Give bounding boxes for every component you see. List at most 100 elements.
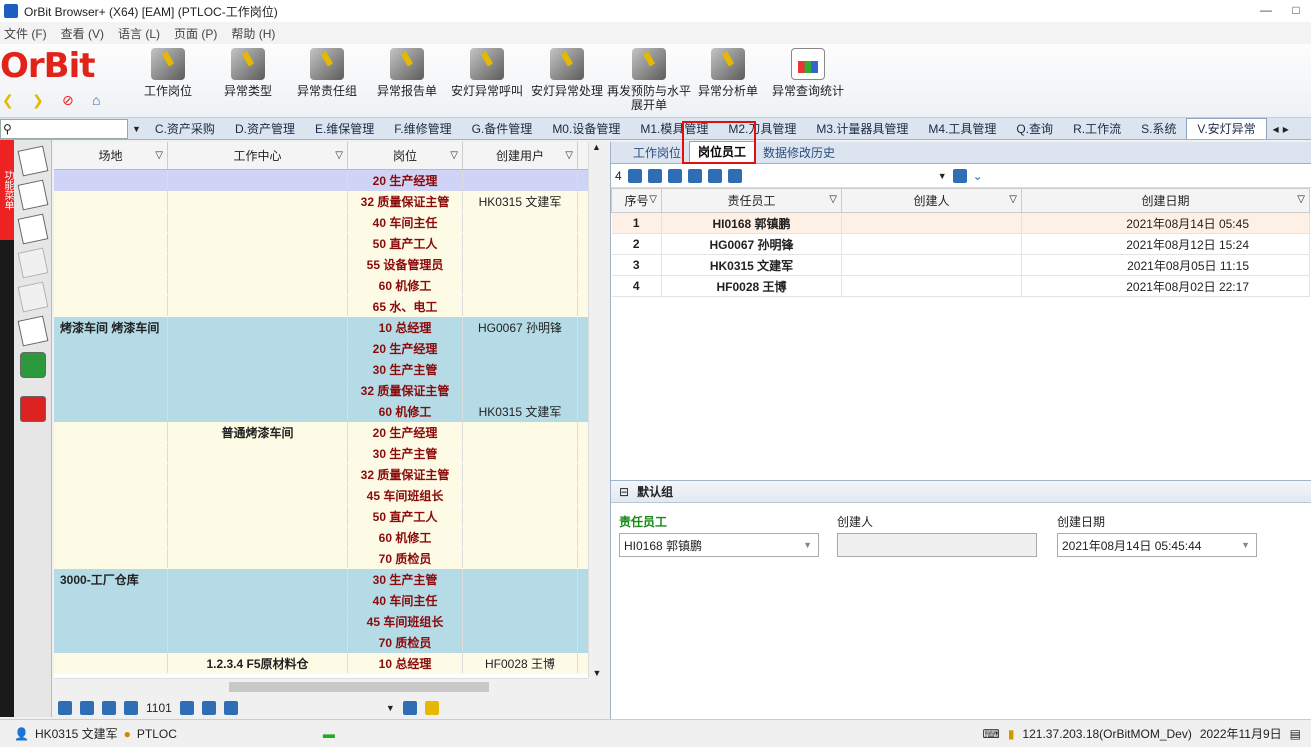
scroll-thumb[interactable] [229,682,489,692]
side-menu-label[interactable]: 功能菜单 [0,140,15,240]
exit-icon[interactable] [19,396,46,422]
search-dropdown-icon[interactable]: ▼ [128,124,145,134]
menu-view[interactable]: 查看 (V) [61,25,104,42]
copy-icon[interactable] [223,701,238,715]
grid-row[interactable]: 60 机修工 [54,527,604,548]
table-row[interactable]: 3 HK0315 文建军 2021年08月05日 11:15 [611,254,1310,276]
last-record-icon[interactable] [102,701,116,715]
menu-file[interactable]: 文件 (F) [4,25,47,42]
find-icon[interactable] [402,701,417,715]
grid-row[interactable]: 55 设备管理员 [54,254,604,275]
grid-row[interactable]: 40 车间主任 [54,212,604,233]
filter-icon[interactable] [424,701,439,715]
toolbar-button-prevention[interactable]: 再发预防与水平展开单 [607,48,691,112]
scroll-up-icon[interactable]: ▲ [589,142,604,152]
module-tab-spare-parts[interactable]: G.备件管理 [462,119,543,139]
find-icon[interactable] [952,168,967,183]
minimize-button[interactable]: — [1251,0,1281,20]
excel-export-icon[interactable] [19,352,46,378]
module-tab-repair[interactable]: F.维修管理 [384,119,461,139]
menu-page[interactable]: 页面 (P) [174,25,217,42]
grid-horizontal-scrollbar[interactable] [54,678,588,694]
group-header[interactable]: ⊟ 默认组 [611,481,1311,503]
creator-input[interactable] [837,533,1037,557]
module-tab-tools[interactable]: M4.工具管理 [918,119,1006,139]
table-row[interactable]: 2 HG0067 孙明锋 2021年08月12日 15:24 [611,233,1310,255]
filter-dropdown-icon[interactable]: ▼ [386,703,395,713]
date-picker[interactable]: 2021年08月14日 05:45:44 ▼ [1057,533,1257,557]
refresh-icon[interactable] [707,168,722,183]
menu-help[interactable]: 帮助 (H) [231,25,275,42]
back-arrow-icon[interactable]: ❮ [2,92,14,109]
hand-icon[interactable] [667,168,682,183]
scroll-down-icon[interactable]: ▼ [589,668,605,678]
module-tab-metrology[interactable]: M3.计量器具管理 [806,119,918,139]
toolbar-button-analysis[interactable]: 异常分析单 [688,48,768,98]
next-icon[interactable] [58,701,72,715]
first-record-icon[interactable] [627,168,642,183]
grid-row[interactable]: 70 质检员 [54,548,604,569]
side-menu-strip[interactable]: 功能菜单 [0,140,15,717]
module-tab-asset-management[interactable]: D.资产管理 [225,119,305,139]
forward-arrow-icon[interactable]: ❯ [32,92,44,109]
grid-row[interactable]: 70 质检员 [54,632,604,653]
toolbar-button-andon-handle[interactable]: 安灯异常处理 [527,48,607,98]
module-tab-asset-purchase[interactable]: C.资产采购 [145,119,225,139]
module-tab-andon[interactable]: V.安灯异常 [1186,118,1267,139]
stop-icon[interactable]: ⊘ [62,92,74,109]
col-post[interactable]: 岗位 [348,142,463,169]
grid-row[interactable]: 30 生产主管 [54,359,604,380]
columns-icon[interactable] [727,168,742,183]
expand-chevron-icon[interactable]: ⌄ [973,169,983,183]
grid-row[interactable]: 20 生产经理 [54,338,604,359]
col-work-center[interactable]: 工作中心 [168,142,348,169]
grid-row[interactable]: 烤漆车间 烤漆车间 10 总经理 HG0067 孙明锋 [54,317,604,338]
hand-icon[interactable] [201,701,216,715]
grid-row[interactable]: 32 质量保证主管 [54,380,604,401]
grid-vertical-scrollbar[interactable]: ▲ ▼ [588,142,604,678]
grid-row[interactable]: 32 质量保证主管 [54,464,604,485]
grid-row[interactable]: 20 生产经理 [54,170,604,191]
col-employee[interactable]: 责任员工 [661,188,842,213]
grid-row[interactable]: 32 质量保证主管 HK0315 文建军 [54,191,604,212]
grid-row[interactable]: 普通烤漆车间 20 生产经理 [54,422,604,443]
grid-row[interactable]: 1.2.3.4 F5原材料仓 10 总经理 HF0028 王博 [54,653,604,674]
refresh-icon[interactable] [124,701,138,715]
last-record-icon[interactable] [647,168,662,183]
table-row[interactable]: 4 HF0028 王博 2021年08月02日 22:17 [611,275,1310,297]
module-tab-query[interactable]: Q.查询 [1006,119,1063,139]
col-create-user[interactable]: 创建用户 [463,142,578,169]
module-tab-maintenance[interactable]: E.维保管理 [305,119,384,139]
toolbar-button-responsibility-group[interactable]: 异常责任组 [287,48,367,98]
col-site[interactable]: 场地 [54,142,168,169]
grid-row[interactable]: 50 直产工人 [54,506,604,527]
grid-row[interactable]: 60 机修工 HK0315 文建军 [54,401,604,422]
col-no[interactable]: 序号 [611,188,662,213]
copy-icon[interactable] [687,168,702,183]
undo-icon[interactable] [17,281,48,313]
new-page-icon[interactable] [17,145,48,177]
module-tab-equipment[interactable]: M0.设备管理 [542,119,630,139]
module-tab-workflow[interactable]: R.工作流 [1063,119,1131,139]
subtab-workstation[interactable]: 工作岗位 [625,143,689,163]
first-record-icon[interactable] [80,701,94,715]
module-tab-system[interactable]: S.系统 [1131,119,1186,139]
grid-row[interactable]: 50 直产工人 [54,233,604,254]
grid-row[interactable]: 65 水、电工 [54,296,604,317]
tab-scroll-left-icon[interactable]: ◂ [1273,122,1279,136]
grid-row[interactable]: 45 车间班组长 [54,611,604,632]
maximize-button[interactable]: □ [1281,0,1311,20]
toolbar-button-workstation[interactable]: 工作岗位 [128,48,208,98]
delete-page-icon[interactable] [17,315,48,347]
collapse-icon[interactable]: ⊟ [619,485,629,499]
toolbar-button-report[interactable]: 异常报告单 [367,48,447,98]
grid-row[interactable]: 60 机修工 [54,275,604,296]
filter-dropdown-icon[interactable]: ▼ [938,171,947,181]
diamond-icon[interactable] [17,247,48,279]
home-icon[interactable]: ⌂ [92,92,100,108]
grid-row[interactable]: 40 车间主任 [54,590,604,611]
toolbar-button-exception-type[interactable]: 异常类型 [208,48,288,98]
table-row[interactable]: 1 HI0168 郭镇鹏 2021年08月14日 05:45 [611,212,1310,234]
copy-pages-icon[interactable] [17,179,48,211]
edit-pencil-icon[interactable] [17,213,48,245]
